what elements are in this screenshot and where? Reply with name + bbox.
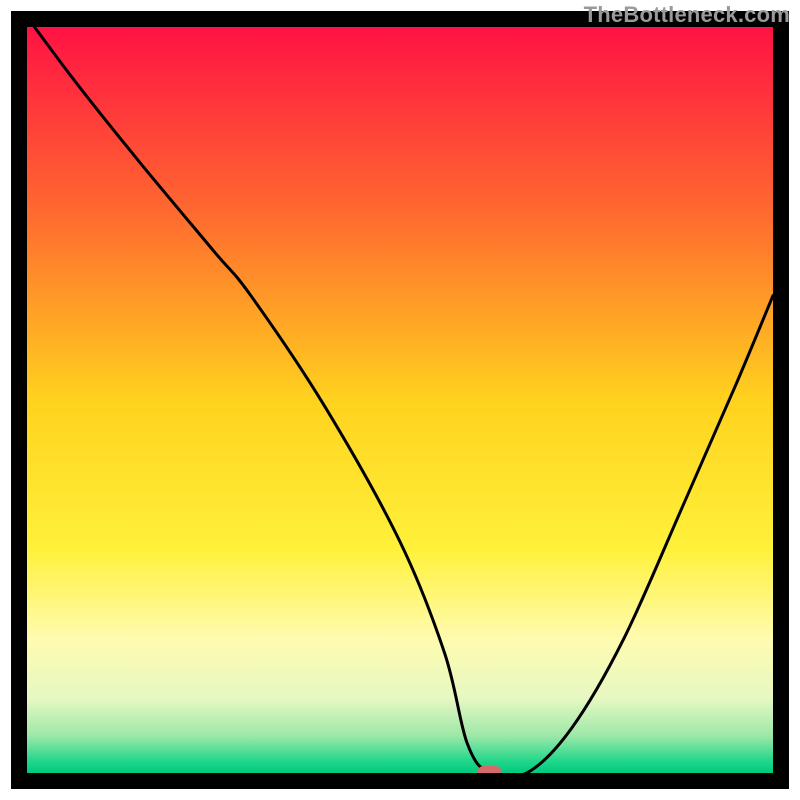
bottleneck-chart: TheBottleneck.com <box>0 0 800 800</box>
chart-canvas <box>0 0 800 800</box>
gradient-background <box>27 27 773 773</box>
watermark-text: TheBottleneck.com <box>584 2 790 28</box>
